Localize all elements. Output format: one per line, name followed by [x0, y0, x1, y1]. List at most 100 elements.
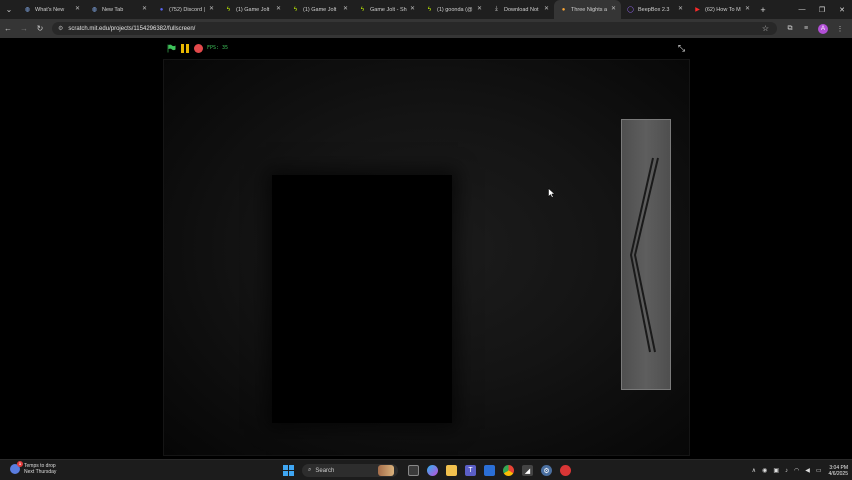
browser-tab[interactable]: ϟ (1) goonda (@ ✕ [420, 0, 487, 19]
mouse-cursor-icon [548, 188, 555, 198]
recording-app-icon[interactable] [560, 465, 571, 476]
tab-title: (62) How To M [705, 6, 741, 13]
tab-close-icon[interactable]: ✕ [209, 5, 214, 12]
weather-icon: 1 [10, 461, 23, 474]
gamejolt-icon: ϟ [360, 6, 365, 13]
weather-badge: 1 [17, 461, 23, 467]
tray-app-icon[interactable]: ▣ [773, 467, 779, 474]
browser-tab[interactable]: ◍ New Tab ✕ [85, 0, 152, 19]
stop-icon[interactable] [194, 44, 203, 53]
tab-close-icon[interactable]: ✕ [142, 5, 147, 12]
download-icon: ⤓ [495, 6, 498, 12]
pause-icon[interactable] [181, 44, 189, 53]
tab-title: Three Nights a [571, 6, 608, 13]
browser-tab[interactable]: ◍ What's New ✕ [18, 0, 85, 19]
menu-icon[interactable]: ⋮ [832, 25, 848, 33]
tab-title: New Tab [102, 6, 124, 13]
settings-icon[interactable]: ⚙ [541, 465, 552, 476]
search-icon: ⌕ [308, 467, 312, 473]
site-info-icon[interactable]: ⚙ [58, 25, 63, 32]
close-window-icon[interactable]: ✕ [832, 0, 852, 19]
new-tab-button[interactable]: + [755, 5, 771, 15]
browser-tab[interactable]: ϟ Game Jolt - Sh ✕ [353, 0, 420, 19]
taskbar-apps: ⌕ Search T ◢ ⚙ [283, 463, 575, 478]
tab-close-icon[interactable]: ✕ [343, 5, 348, 12]
reading-list-icon[interactable]: ≡ [798, 25, 814, 32]
clock[interactable]: 3:04 PM 4/6/2025 [829, 465, 848, 477]
tabs-container: ◍ What's New ✕ ◍ New Tab ✕ ● (752) Discord | ✕ ϟ (… [18, 0, 755, 19]
tab-close-icon[interactable]: ✕ [75, 5, 80, 12]
gamejolt-icon: ϟ [293, 6, 298, 13]
tab-close-icon[interactable]: ✕ [477, 5, 482, 12]
microphone-icon[interactable]: ♪ [785, 468, 788, 474]
reload-icon[interactable]: ↻ [32, 19, 48, 38]
tab-close-icon[interactable]: ✕ [276, 5, 281, 12]
browser-tab[interactable]: ● Three Nights a ✕ [554, 0, 621, 19]
file-explorer-icon[interactable] [446, 465, 457, 476]
browser-tab[interactable]: ⤓ Download Not ✕ [487, 0, 554, 19]
wifi-icon[interactable]: ◠ [794, 467, 799, 474]
tab-title: Game Jolt - Sh [370, 6, 407, 13]
battery-icon[interactable]: ▭ [816, 467, 822, 474]
tab-title: (1) Game Jolt [236, 6, 270, 13]
browser-tab[interactable]: ▶ (62) How To M ✕ [688, 0, 755, 19]
windows-taskbar: 1 Temps to drop Next Thursday ⌕ Search T… [0, 459, 852, 480]
project-stage[interactable] [163, 59, 690, 456]
url-text: scratch.mit.edu/projects/1154296382/full… [68, 25, 196, 32]
bookmark-star-icon[interactable]: ☆ [762, 24, 769, 33]
tab-strip: ⌄ ◍ What's New ✕ ◍ New Tab ✕ ● (752) Discord | ✕… [0, 0, 852, 19]
search-highlight-image [378, 465, 394, 476]
tab-close-icon[interactable]: ✕ [611, 5, 616, 12]
tab-title: (1) goonda (@ [437, 6, 473, 13]
show-hidden-icons-icon[interactable]: ∧ [752, 467, 756, 474]
avatar[interactable]: A [818, 23, 828, 34]
volume-icon[interactable]: ◀ [805, 467, 810, 474]
scratch-icon: ● [561, 6, 566, 13]
tab-close-icon[interactable]: ✕ [745, 5, 750, 12]
green-flag-icon[interactable] [167, 44, 176, 53]
browser-tab[interactable]: ◯ BeepBox 2.3 ✕ [621, 0, 688, 19]
address-bar[interactable]: ⚙ scratch.mit.edu/projects/1154296382/fu… [52, 22, 777, 35]
tab-title: (752) Discord | [169, 6, 205, 13]
discord-tray-icon[interactable]: ◉ [762, 467, 767, 474]
tab-close-icon[interactable]: ✕ [544, 5, 549, 12]
forward-icon[interactable]: → [16, 19, 32, 38]
app-icon[interactable]: ◢ [522, 465, 533, 476]
browser-tab[interactable]: ϟ (1) Game Jolt ✕ [286, 0, 353, 19]
dark-doorway [272, 175, 452, 423]
window-controls: — ❐ ✕ [792, 0, 852, 19]
maximize-icon[interactable]: ❐ [812, 0, 832, 19]
gamejolt-icon: ϟ [427, 6, 432, 13]
chrome-icon: ◍ [91, 7, 98, 13]
browser-tab[interactable]: ϟ (1) Game Jolt ✕ [219, 0, 286, 19]
weather-widget[interactable]: 1 Temps to drop Next Thursday [10, 461, 56, 475]
gamejolt-icon: ϟ [226, 6, 231, 13]
fps-counter: FPS: 35 [207, 45, 229, 51]
discord-icon: ● [159, 6, 164, 13]
copilot-icon[interactable] [427, 465, 438, 476]
chrome-icon: ◍ [24, 7, 31, 13]
exit-fullscreen-icon[interactable]: ⤡ [676, 43, 687, 54]
clock-date: 4/6/2025 [828, 470, 848, 477]
tab-search-chevron-icon[interactable]: ⌄ [0, 0, 18, 19]
browser-tab[interactable]: ● (752) Discord | ✕ [152, 0, 219, 19]
scratch-player-controls: FPS: 35 ⤡ [163, 42, 690, 56]
tab-close-icon[interactable]: ✕ [678, 5, 683, 12]
extensions-icon[interactable]: ⧉ [782, 25, 798, 33]
back-icon[interactable]: ← [0, 19, 16, 38]
browser-toolbar: ← → ↻ ⚙ scratch.mit.edu/projects/1154296… [0, 19, 852, 38]
microsoft-store-icon[interactable] [484, 465, 495, 476]
tab-close-icon[interactable]: ✕ [410, 5, 415, 12]
chrome-taskbar-icon[interactable] [503, 465, 514, 476]
side-door-button[interactable] [621, 119, 671, 390]
tab-title: BeepBox 2.3 [638, 6, 670, 13]
taskbar-search[interactable]: ⌕ Search [302, 464, 398, 477]
system-tray: ∧ ◉ ▣ ♪ ◠ ◀ ▭ 3:04 PM 4/6/2025 [749, 463, 848, 478]
teams-icon[interactable]: T [465, 465, 476, 476]
windows-start-icon[interactable] [283, 465, 294, 476]
tab-title: (1) Game Jolt [303, 6, 337, 13]
beepbox-icon: ◯ [627, 7, 634, 13]
youtube-icon: ▶ [695, 7, 700, 13]
minimize-icon[interactable]: — [792, 0, 812, 19]
task-view-icon[interactable] [408, 465, 419, 476]
